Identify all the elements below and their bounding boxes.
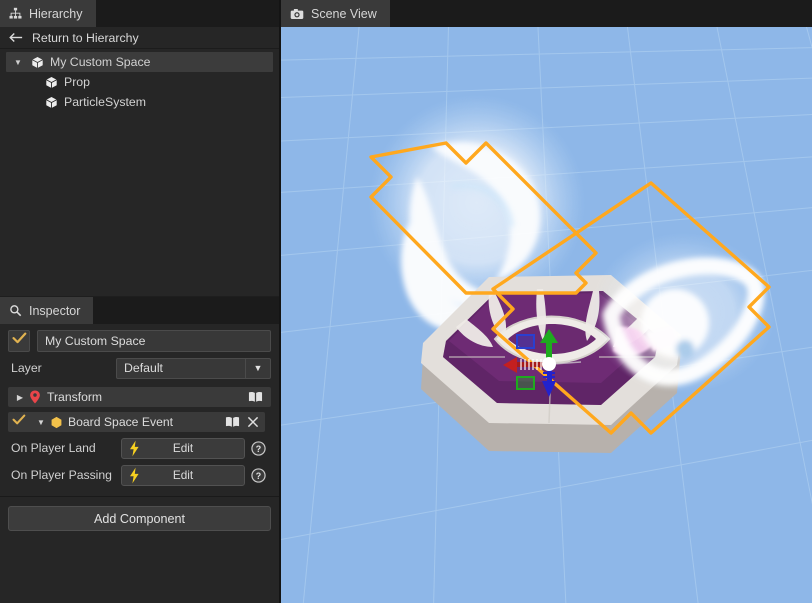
layer-row: Layer Default ▼ <box>8 357 271 379</box>
cube-icon <box>45 96 58 109</box>
property-row-on-player-passing: On Player Passing Edit ? <box>8 464 271 486</box>
component-enabled-checkbox[interactable] <box>8 412 30 432</box>
property-label: On Player Passing <box>11 468 112 482</box>
help-icon[interactable]: ? <box>245 440 271 456</box>
property-row-on-player-land: On Player Land Edit ? <box>8 437 271 459</box>
hexagon-icon <box>48 416 64 429</box>
scene-viewport[interactable] <box>281 27 812 603</box>
inspector-panel: Inspector My Custom Space Layer Default … <box>0 297 279 603</box>
hierarchy-item-prop[interactable]: Prop <box>0 72 279 92</box>
chevron-down-icon[interactable]: ▼ <box>12 58 24 67</box>
left-dock: Hierarchy Return to Hierarchy ▼ My Custo… <box>0 0 279 603</box>
cube-icon <box>45 76 58 89</box>
check-icon <box>12 413 26 431</box>
component-title: Board Space Event <box>68 415 174 429</box>
return-to-hierarchy-label: Return to Hierarchy <box>32 30 139 45</box>
scene-render <box>281 27 812 603</box>
tab-scene-view[interactable]: Scene View <box>281 0 390 27</box>
location-pin-icon <box>27 390 43 404</box>
layer-label: Layer <box>11 361 42 375</box>
arrow-left-icon <box>9 32 23 43</box>
hierarchy-item-label: ParticleSystem <box>64 95 147 109</box>
property-label: On Player Land <box>11 441 96 455</box>
component-header-inner: ▼ Board Space Event <box>30 412 265 432</box>
gizmo-handle-green <box>516 376 535 390</box>
hierarchy-icon <box>9 7 22 20</box>
svg-text:?: ? <box>255 470 260 480</box>
tab-inspector-label: Inspector <box>29 303 81 318</box>
object-name-row: My Custom Space <box>8 330 271 352</box>
object-name-input[interactable]: My Custom Space <box>37 330 271 352</box>
divider <box>0 496 279 497</box>
edit-button-label: Edit <box>172 441 194 455</box>
tab-scene-view-label: Scene View <box>311 6 377 21</box>
chevron-right-icon[interactable]: ▶ <box>13 393 27 402</box>
editor-window: Hierarchy Return to Hierarchy ▼ My Custo… <box>0 0 812 603</box>
check-icon <box>11 332 27 350</box>
component-header-transform[interactable]: ▶ Transform <box>8 387 271 407</box>
tab-hierarchy-label: Hierarchy <box>29 6 83 21</box>
object-enabled-checkbox[interactable] <box>8 330 30 352</box>
add-component-label: Add Component <box>93 511 186 526</box>
close-icon[interactable] <box>247 416 259 428</box>
hierarchy-body: Return to Hierarchy ▼ My Custom Space Pr… <box>0 27 279 296</box>
chevron-down-icon[interactable]: ▼ <box>34 418 48 427</box>
hierarchy-tree: ▼ My Custom Space Prop ParticleSystem <box>0 49 279 112</box>
hierarchy-item-label: My Custom Space <box>50 55 151 69</box>
gizmo-center-handle <box>542 357 556 371</box>
scene-tabstrip: Scene View <box>281 0 812 28</box>
svg-text:?: ? <box>255 443 260 453</box>
cube-icon <box>31 56 44 69</box>
inspector-tabstrip: Inspector <box>0 297 279 325</box>
edit-button-on-player-passing[interactable]: Edit <box>121 464 245 489</box>
inspector-body: My Custom Space Layer Default ▼ ▶ Transf… <box>0 324 279 603</box>
gizmo-handle-blue <box>516 334 535 349</box>
hierarchy-item-my-custom-space[interactable]: ▼ My Custom Space <box>6 52 273 72</box>
tab-hierarchy[interactable]: Hierarchy <box>0 0 96 27</box>
edit-button-label: Edit <box>172 468 194 482</box>
tab-inspector[interactable]: Inspector <box>0 297 94 324</box>
hierarchy-tabstrip: Hierarchy <box>0 0 279 28</box>
scene-dock: Scene View <box>281 0 812 603</box>
component-title: Transform <box>47 390 103 404</box>
hierarchy-panel: Hierarchy Return to Hierarchy ▼ My Custo… <box>0 0 279 296</box>
lightning-bolt-icon <box>129 440 140 462</box>
layer-value: Default <box>124 361 163 375</box>
edit-button-on-player-land[interactable]: Edit <box>121 437 245 462</box>
component-header-board-space-event[interactable]: ▼ Board Space Event <box>8 412 271 432</box>
return-to-hierarchy-button[interactable]: Return to Hierarchy <box>0 27 279 49</box>
hierarchy-item-particlesystem[interactable]: ParticleSystem <box>0 92 279 112</box>
chevron-down-icon[interactable]: ▼ <box>245 358 270 378</box>
camera-icon <box>290 8 304 20</box>
book-icon[interactable] <box>248 391 263 403</box>
book-icon[interactable] <box>225 416 240 428</box>
search-icon <box>9 304 22 317</box>
particle-glow-right <box>591 233 775 393</box>
lightning-bolt-icon <box>129 467 140 489</box>
hierarchy-item-label: Prop <box>64 75 90 89</box>
layer-dropdown[interactable]: Default ▼ <box>116 357 271 379</box>
help-icon[interactable]: ? <box>245 467 271 483</box>
object-name-value: My Custom Space <box>45 334 146 348</box>
add-component-button[interactable]: Add Component <box>8 506 271 531</box>
